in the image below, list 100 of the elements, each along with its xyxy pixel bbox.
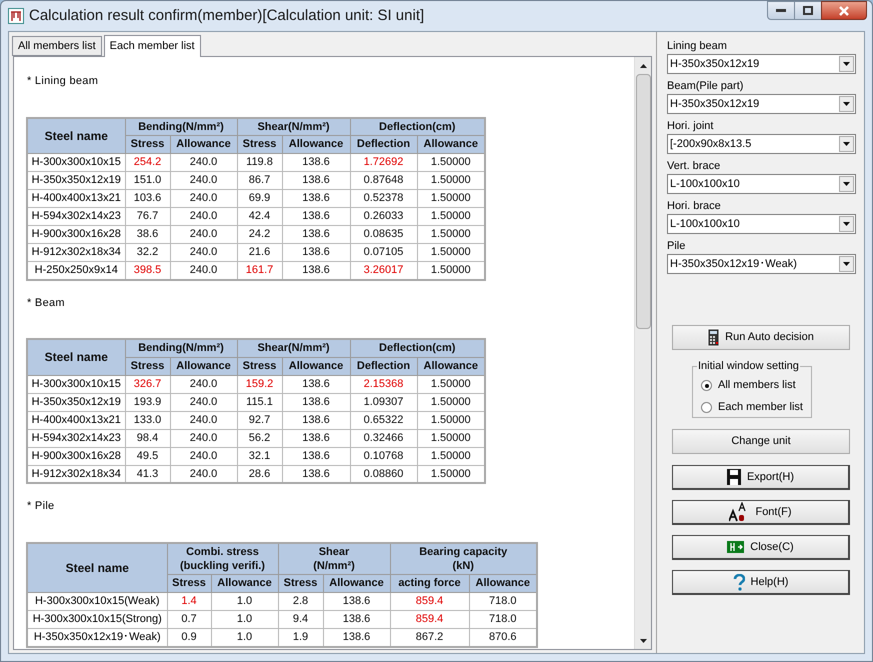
table-cell: 138.6	[282, 208, 350, 226]
table-cell: 193.9	[125, 393, 170, 411]
close-button[interactable]	[821, 1, 867, 20]
column-group-header: Deflection(cm)	[350, 118, 485, 136]
column-header: Stress	[237, 136, 282, 154]
table-cell: 76.7	[125, 208, 170, 226]
dropdown-field[interactable]: L-100x100x10	[667, 174, 856, 194]
radio-option[interactable]: All members list	[701, 374, 803, 396]
table-cell: H-400x400x13x21	[27, 190, 125, 208]
column-group-header: Deflection(cm)	[350, 339, 485, 357]
button[interactable]: Help(H)	[672, 570, 850, 595]
column-header: Steel name	[27, 118, 125, 154]
table-cell: 1.0	[211, 610, 278, 628]
column-header: Stress	[237, 357, 282, 375]
tab[interactable]: All members list	[12, 36, 102, 56]
table-cell: 56.2	[237, 429, 282, 447]
section-heading: * Pile	[27, 499, 54, 514]
maximize-button[interactable]	[795, 1, 821, 20]
table-cell: H-300x300x10x15	[27, 375, 125, 393]
button[interactable]: Close(C)	[672, 535, 850, 560]
column-header: Stress	[125, 357, 170, 375]
field-label: Hori. joint	[667, 119, 714, 134]
table-cell: 138.6	[282, 411, 350, 429]
column-header: Allowance	[211, 574, 278, 592]
table-cell: 859.4	[390, 592, 469, 610]
column-group-header: Bending(N/mm²)	[125, 118, 237, 136]
dropdown-field[interactable]: H-350x350x12x19･Weak)	[667, 254, 856, 274]
radio-button[interactable]	[701, 380, 712, 391]
column-header: Steel name	[27, 542, 167, 592]
column-header: Allowance	[469, 574, 537, 592]
table-cell: 42.4	[237, 208, 282, 226]
table-cell: 0.52378	[350, 190, 417, 208]
field-label: Lining beam	[667, 39, 727, 54]
table-cell: 240.0	[170, 154, 237, 172]
column-group-header: Shear(N/mm²)	[237, 339, 350, 357]
column-header: Allowance	[170, 136, 237, 154]
table-cell: H-594x302x14x23	[27, 208, 125, 226]
help-icon	[732, 574, 745, 590]
close-icon	[838, 6, 850, 16]
table-cell: H-900x300x16x28	[27, 447, 125, 465]
column-group-header: Bending(N/mm²)	[125, 339, 237, 357]
column-group-header: Bearing capacity (kN)	[390, 542, 537, 574]
button[interactable]: Change unit	[672, 429, 850, 454]
table-cell: 0.10768	[350, 447, 417, 465]
scroll-up-icon	[640, 64, 646, 68]
tab[interactable]: Each member list	[104, 35, 201, 57]
minimize-icon	[776, 8, 786, 12]
dropdown-field[interactable]: [-200x90x8x13.5	[667, 134, 856, 154]
table-cell: 1.0	[211, 592, 278, 610]
table-cell: 69.9	[237, 190, 282, 208]
table-cell: 859.4	[390, 610, 469, 628]
column-header: Stress	[125, 136, 170, 154]
table-cell: 2.8	[278, 592, 323, 610]
table-cell: H-300x300x10x15(Weak)	[27, 592, 167, 610]
table-cell: 0.65322	[350, 411, 417, 429]
table-cell: 240.0	[170, 393, 237, 411]
table-cell: 138.6	[282, 190, 350, 208]
button[interactable]: Export(H)	[672, 465, 850, 490]
button[interactable]: Font(F)	[672, 500, 850, 525]
dropdown-field[interactable]: H-350x350x12x19	[667, 54, 856, 74]
window-title: Calculation result confirm(member)[Calculation unit: SI unit]	[29, 6, 424, 26]
button[interactable]: Run Auto decision	[672, 325, 850, 350]
section-heading: * Beam	[27, 296, 65, 310]
table-cell: 2.15368	[350, 375, 417, 393]
table-cell: 1.72692	[350, 154, 417, 172]
dropdown-field[interactable]: L-100x100x10	[667, 214, 856, 234]
table-cell: 92.7	[237, 411, 282, 429]
radio-button[interactable]	[701, 402, 712, 413]
table-cell: 138.6	[282, 154, 350, 172]
table-cell: H-400x400x13x21	[27, 411, 125, 429]
column-header: Allowance	[417, 136, 485, 154]
column-group-header: Shear(N/mm²)	[237, 118, 350, 136]
table-cell: 138.6	[282, 393, 350, 411]
field-label: Hori. brace	[667, 199, 721, 214]
table-cell: H-300x300x10x15	[27, 154, 125, 172]
table-cell: 0.07105	[350, 244, 417, 262]
vertical-scrollbar[interactable]	[634, 57, 651, 649]
column-header: Allowance	[170, 357, 237, 375]
calculator-icon	[708, 329, 720, 346]
dropdown-field[interactable]: H-350x350x12x19	[667, 94, 856, 114]
table-cell: 1.4	[167, 592, 211, 610]
table-cell: 0.08635	[350, 226, 417, 244]
table-cell: H-350x350x12x19	[27, 172, 125, 190]
table-cell: 138.6	[323, 592, 390, 610]
table-cell: 151.0	[125, 172, 170, 190]
minimize-button[interactable]	[767, 1, 795, 20]
table-cell: 98.4	[125, 429, 170, 447]
table-cell: 240.0	[170, 190, 237, 208]
table-cell: 103.6	[125, 190, 170, 208]
column-header: Allowance	[282, 357, 350, 375]
radio-option[interactable]: Each member list	[701, 396, 803, 418]
maximize-icon	[803, 6, 813, 15]
table-cell: H-300x300x10x15(Strong)	[27, 610, 167, 628]
column-header: Allowance	[417, 357, 485, 375]
table-cell: 24.2	[237, 226, 282, 244]
group-label: Initial window setting	[697, 359, 800, 374]
column-header: Stress	[167, 574, 211, 592]
table-cell: 32.2	[125, 244, 170, 262]
column-header: Steel name	[27, 339, 125, 375]
table-cell: 138.6	[282, 429, 350, 447]
